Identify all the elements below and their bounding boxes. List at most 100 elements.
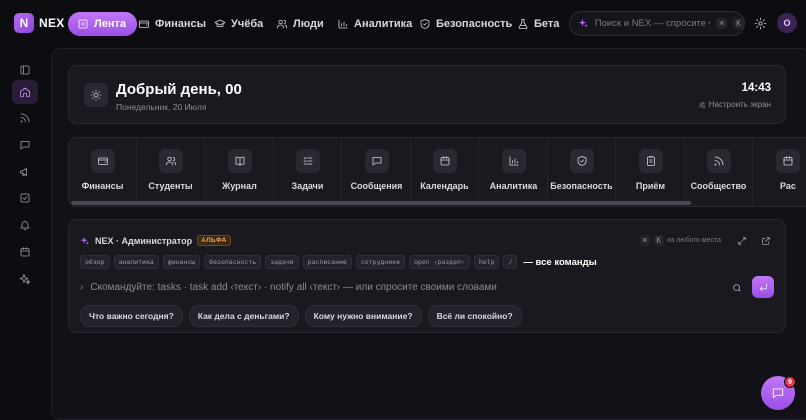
nav-item-label: Люди [293,18,324,30]
command-input[interactable]: Скомандуйте: tasks · task add ‹текст› · … [90,282,497,293]
sidebar-item-calendar[interactable] [12,240,38,264]
nav-item-security[interactable]: Безопасность [419,12,512,36]
module-label: Финансы [81,181,124,191]
logo[interactable]: N [14,13,34,33]
command-chip[interactable]: безопасность [204,255,262,269]
global-search[interactable]: Поиск и NEX — спросите что ⌘ K [569,11,745,36]
nav-item-label: Финансы [155,18,207,30]
nav-item-study[interactable]: Учёба [214,12,263,36]
module-security[interactable]: Безопасность [548,138,616,204]
check-square-icon [20,193,30,203]
module-tasks[interactable]: Задачи [274,138,342,204]
command-chip[interactable]: сотрудники [355,255,405,269]
nav-item-feed[interactable]: Лента [68,12,137,36]
book-icon [227,149,252,173]
command-chip[interactable]: обзор [80,255,110,269]
module-community[interactable]: Сообщество [685,138,753,204]
modules-scrollbar[interactable] [69,201,806,206]
nav-item-finance[interactable]: Финансы [138,12,206,36]
command-header: NEX · Администратор АЛЬФА [80,235,231,246]
sparkles-icon [578,19,588,28]
module-students[interactable]: Студенты [137,138,205,204]
module-calendar[interactable]: Календарь [411,138,479,204]
nav-item-label: Лента [94,18,126,30]
module-schedule[interactable]: Рас [754,138,806,204]
clock: 14:43 [741,82,771,94]
chevron-right-icon: › [80,282,84,293]
command-chip[interactable]: / [503,255,518,269]
shortcut-hint-text: из любого места [667,237,721,244]
sparkles-icon [19,274,31,285]
sidebar-item-ai[interactable] [12,267,38,291]
calendar-icon [776,149,800,173]
wallet-icon [139,20,149,28]
chat-badge: 9 [784,376,796,388]
command-chip[interactable]: аналитика [113,255,159,269]
bar-chart-icon [501,149,526,173]
command-chip[interactable]: задачи [265,255,299,269]
search-icon[interactable] [732,283,742,293]
module-admission[interactable]: Приём [617,138,685,204]
module-journal[interactable]: Журнал [206,138,274,204]
command-chip[interactable]: расписание [302,255,352,269]
module-finance[interactable]: Финансы [69,138,137,204]
expand-icon[interactable] [737,236,747,246]
command-chip[interactable]: help [473,255,500,269]
external-link-icon[interactable] [761,236,771,246]
flask-icon [518,19,528,29]
sparkles-icon [80,236,90,245]
scrollbar-thumb[interactable] [71,201,691,205]
modules-strip: Финансы Студенты Журнал Задачи Сообщения… [68,137,806,207]
gear-icon[interactable] [754,17,767,30]
sidebar-item-layout[interactable] [12,58,38,82]
customize-label: Настроить экран [708,100,771,109]
sidebar-item-home[interactable] [12,80,38,104]
sidebar-item-announcements[interactable] [12,160,38,184]
command-input-row: › Скомандуйте: tasks · task add ‹текст› … [80,282,497,293]
all-commands-label: — все команды [523,256,597,268]
suggestion-chip[interactable]: Всё ли спокойно? [427,305,522,327]
list-check-icon [295,149,320,173]
search-input[interactable]: Поиск и NEX — спросите что [595,18,711,29]
command-title: NEX · Администратор [95,235,193,246]
greeting-date: Понедельник, 20 Июля [116,102,207,112]
enter-icon [759,283,767,291]
brand-name: NEX [39,16,65,30]
nav-item-label: Безопасность [436,18,513,30]
module-label: Приём [635,181,666,191]
command-chip[interactable]: финансы [162,255,201,269]
sun-icon [84,83,108,107]
command-chip[interactable]: open ‹раздел› [408,255,470,269]
message-icon [364,149,389,173]
nav-item-beta[interactable]: Бета [517,12,559,36]
module-messages[interactable]: Сообщения [343,138,411,204]
command-chips: обзор аналитика финансы безопасность зад… [80,255,597,269]
message-icon [20,141,30,150]
avatar[interactable]: O [777,13,797,33]
grid-icon [78,19,88,29]
nav-item-label: Учёба [231,18,264,30]
calendar-icon [20,247,30,257]
sidebar-item-notifications[interactable] [12,213,38,237]
shortcut-key: ⌘ [716,18,728,29]
sidebar-item-messages[interactable] [12,133,38,157]
send-button[interactable] [752,276,774,298]
suggestion-chip[interactable]: Как дела с деньгами? [188,305,299,327]
customize-screen-button[interactable]: Настроить экран [698,100,771,109]
command-shortcut-hint: ⌘ K из любого места [639,235,721,246]
home-icon [20,87,30,97]
greeting-card: Добрый день, 00 Понедельник, 20 Июля 14:… [68,65,786,124]
suggestion-chip[interactable]: Кому нужно внимание? [304,305,422,327]
sidebar-item-tasks[interactable] [12,186,38,210]
module-label: Аналитика [489,181,538,191]
bar-chart-icon [338,19,348,29]
module-analytics[interactable]: Аналитика [480,138,548,204]
nav-item-analytics[interactable]: Аналитика [337,12,412,36]
sidebar-item-feed[interactable] [12,106,38,130]
command-panel: NEX · Администратор АЛЬФА ⌘ K из любого … [68,219,786,333]
rss-icon [20,113,30,123]
suggestion-chip[interactable]: Что важно сегодня? [80,305,183,327]
rss-icon [706,149,731,173]
shield-icon [420,19,430,29]
nav-item-people[interactable]: Люди [276,12,324,36]
